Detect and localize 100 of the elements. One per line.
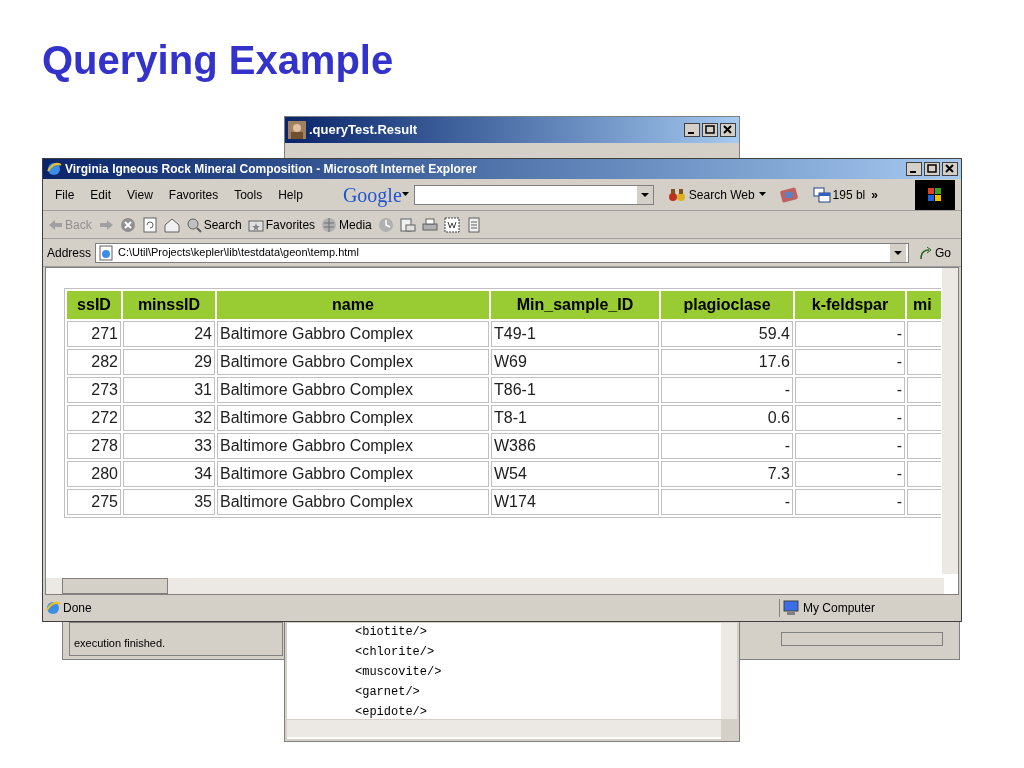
xml-line: <biotite/>: [355, 625, 427, 639]
scroll-thumb[interactable]: [62, 578, 168, 594]
column-header: Min_sample_ID: [491, 291, 659, 319]
app-icon: [288, 121, 306, 139]
arrow-icon: [919, 245, 933, 260]
status-text: Done: [63, 600, 93, 617]
mail-icon[interactable]: [399, 216, 416, 233]
ie-icon: [46, 161, 62, 177]
table-cell: 273: [67, 377, 121, 403]
table-cell: 33: [123, 433, 215, 459]
caret-icon: [401, 191, 410, 198]
maximize-button[interactable]: [702, 123, 718, 137]
table-cell: 0.6: [661, 405, 793, 431]
media-button[interactable]: Media: [321, 215, 372, 234]
ie-icon: [45, 600, 61, 616]
table-cell: Baltimore Gabbro Complex: [217, 461, 489, 487]
address-label: Address: [47, 244, 92, 262]
table-cell: 17.6: [661, 349, 793, 375]
table-cell: 280: [67, 461, 121, 487]
column-header: ssID: [67, 291, 121, 319]
menu-item[interactable]: Tools: [228, 185, 269, 204]
xml-line: <garnet/>: [355, 685, 420, 699]
table-cell: W386: [491, 433, 659, 459]
column-header: plagioclase: [661, 291, 793, 319]
table-cell: -: [795, 433, 905, 459]
chevron-button[interactable]: »: [871, 185, 878, 204]
table-cell: -: [795, 405, 905, 431]
go-button[interactable]: Go: [913, 243, 957, 262]
xml-line: <epidote/>: [355, 705, 427, 719]
table-cell: 7.3: [661, 461, 793, 487]
menu-item[interactable]: Favorites: [162, 185, 225, 204]
search-button[interactable]: Search: [185, 215, 242, 234]
table-cell: Baltimore Gabbro Complex: [217, 349, 489, 375]
table-cell: W69: [491, 349, 659, 375]
status-zone: My Computer: [779, 599, 959, 617]
table-cell: 31: [123, 377, 215, 403]
table-cell: -: [661, 433, 793, 459]
table-cell: 35: [123, 489, 215, 515]
status-message: execution finished.: [69, 622, 283, 656]
refresh-icon[interactable]: [141, 216, 158, 233]
column-header: minssID: [123, 291, 215, 319]
close-button[interactable]: [720, 123, 736, 137]
menu-item[interactable]: Help: [272, 185, 309, 204]
table-cell: Baltimore Gabbro Complex: [217, 377, 489, 403]
column-header: name: [217, 291, 489, 319]
menu-item[interactable]: Edit: [84, 185, 118, 204]
table-cell: 29: [123, 349, 215, 375]
xml-line: <muscovite/>: [355, 665, 442, 679]
table-cell: 275: [67, 489, 121, 515]
column-header: k-feldspar: [795, 291, 905, 319]
search-web-button[interactable]: Search Web: [663, 185, 759, 204]
slide-title: Querying Example: [42, 37, 394, 84]
table-cell: W174: [491, 489, 659, 515]
table-cell: 282: [67, 349, 121, 375]
minimize-button[interactable]: [684, 123, 700, 137]
table-cell: W54: [491, 461, 659, 487]
table-cell: -: [661, 377, 793, 403]
menu-item[interactable]: View: [121, 185, 159, 204]
printer-icon[interactable]: [421, 216, 438, 233]
menu-item[interactable]: File: [49, 185, 81, 204]
table-cell: 34: [123, 461, 215, 487]
maximize-button[interactable]: [924, 162, 940, 176]
search-icon: [185, 216, 202, 233]
table-cell: -: [795, 321, 905, 347]
table-cell: T86-1: [491, 377, 659, 403]
xml-line: <chlorite/>: [355, 645, 435, 659]
favorites-button[interactable]: Favorites: [247, 215, 316, 234]
window-title: .queryTest.Result: [309, 121, 418, 140]
table-cell: Baltimore Gabbro Complex: [217, 321, 489, 347]
table-cell: -: [795, 461, 905, 487]
minimize-button[interactable]: [906, 162, 922, 176]
table-cell: T8-1: [491, 405, 659, 431]
stop-icon[interactable]: [119, 216, 136, 233]
close-button[interactable]: [942, 162, 958, 176]
table-cell: 278: [67, 433, 121, 459]
google-logo: Google: [342, 182, 402, 209]
table-cell: -: [795, 349, 905, 375]
table-cell: 272: [67, 405, 121, 431]
computer-icon: [782, 600, 800, 616]
address-field[interactable]: C:\Util\Projects\kepler\lib\testdata\geon\temp.html: [95, 242, 909, 263]
table-cell: Baltimore Gabbro Complex: [217, 433, 489, 459]
table-cell: 32: [123, 405, 215, 431]
table-cell: 271: [67, 321, 121, 347]
windows-icon: [812, 186, 831, 203]
table-cell: -: [795, 489, 905, 515]
table-cell: Baltimore Gabbro Complex: [217, 405, 489, 431]
table-cell: T49-1: [491, 321, 659, 347]
home-icon[interactable]: [163, 216, 180, 233]
windows-logo: [915, 179, 955, 210]
column-header: mi: [907, 291, 941, 319]
news-icon[interactable]: [778, 185, 799, 204]
page-icon[interactable]: [465, 216, 482, 233]
popup-blocker-button[interactable]: 195 bl: [812, 185, 866, 204]
table-cell: 24: [123, 321, 215, 347]
dropdown-button[interactable]: [890, 243, 906, 262]
document-icon[interactable]: [443, 216, 460, 233]
globe-icon: [321, 216, 338, 233]
dropdown-button[interactable]: [636, 185, 653, 204]
window-title: Virginia Igneous Rock Mineral Composition - Microsoft Internet Explorer: [65, 161, 477, 178]
caret-icon: [758, 191, 767, 198]
